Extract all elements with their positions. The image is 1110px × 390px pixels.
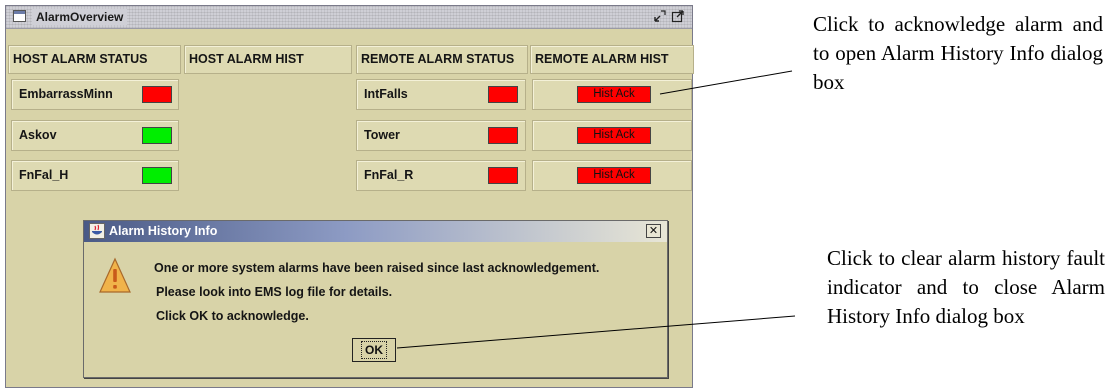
callout-line-ok xyxy=(396,315,796,349)
callout-line-hist-ack xyxy=(659,70,793,95)
annotation-ok: Click to clear alarm history fault indic… xyxy=(827,246,1105,328)
annotation-hist-ack: Click to acknowledge alarm and to open A… xyxy=(813,12,1103,94)
